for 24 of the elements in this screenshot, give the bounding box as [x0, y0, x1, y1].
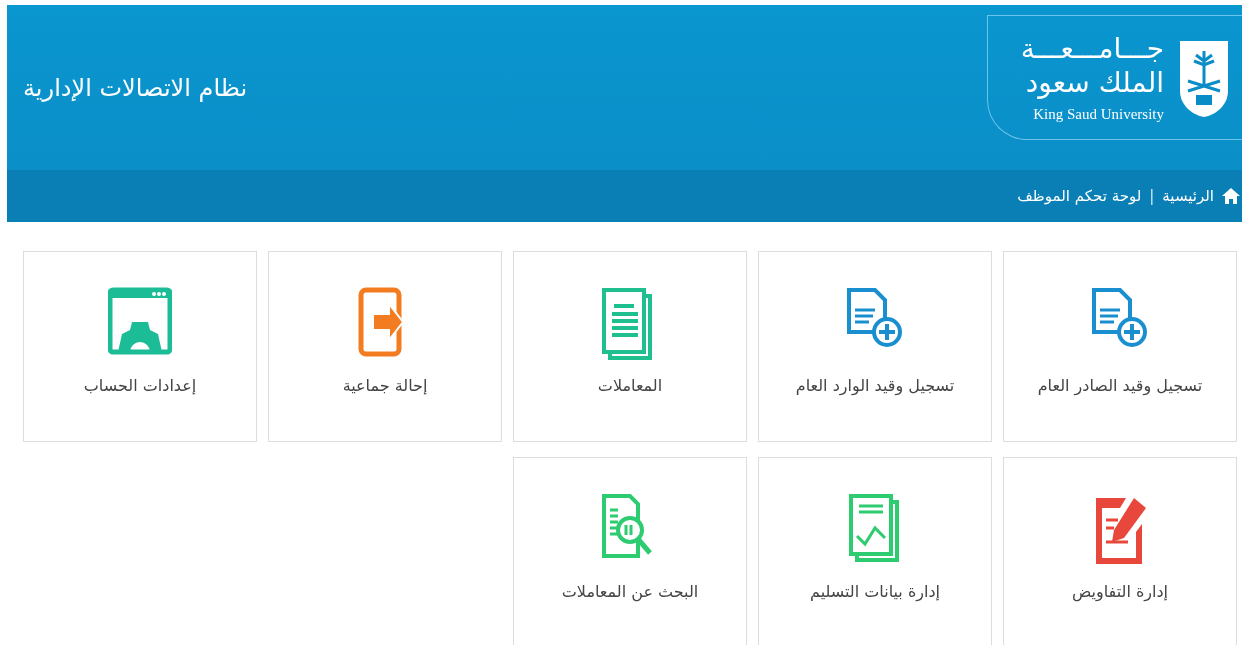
tile-label: تسجيل وقيد الوارد العام — [795, 376, 955, 395]
logo-arabic-text: جـــامـــعـــة — [1020, 32, 1164, 66]
menu-tile[interactable]: إعدادات الحساب — [23, 251, 257, 442]
menu-tile[interactable]: إدارة التفاويض — [1003, 457, 1237, 645]
tile-label: إحالة جماعية — [342, 376, 428, 395]
tile-label: تسجيل وقيد الصادر العام — [1037, 376, 1203, 395]
logo-arabic-text: الملك سعود — [1025, 66, 1164, 100]
tile-label: المعاملات — [597, 376, 663, 395]
logo-english-text: King Saud University — [1033, 106, 1164, 123]
tile-label: إدارة التفاويض — [1071, 582, 1169, 601]
tile-label: إدارة بيانات التسليم — [810, 582, 941, 601]
system-title: نظام الاتصالات الإدارية — [23, 73, 248, 102]
breadcrumb-separator: | — [1149, 187, 1155, 205]
breadcrumb-link[interactable]: الرئيسية — [1162, 187, 1214, 205]
tile-label: إعدادات الحساب — [83, 376, 197, 395]
menu-tile[interactable]: تسجيل وقيد الوارد العام — [758, 251, 992, 442]
menu-tile[interactable]: البحث عن المعاملات — [513, 457, 747, 645]
menu-tile[interactable]: تسجيل وقيد الصادر العام — [1003, 251, 1237, 442]
menu-tile[interactable]: إدارة بيانات التسليم — [758, 457, 992, 645]
breadcrumb-link[interactable]: لوحة تحكم الموظف — [1017, 187, 1142, 205]
menu-tile[interactable]: إحالة جماعية — [268, 251, 502, 442]
menu-tile[interactable]: المعاملات — [513, 251, 747, 442]
tile-label: البحث عن المعاملات — [561, 582, 699, 601]
home-icon[interactable] — [1222, 187, 1240, 205]
